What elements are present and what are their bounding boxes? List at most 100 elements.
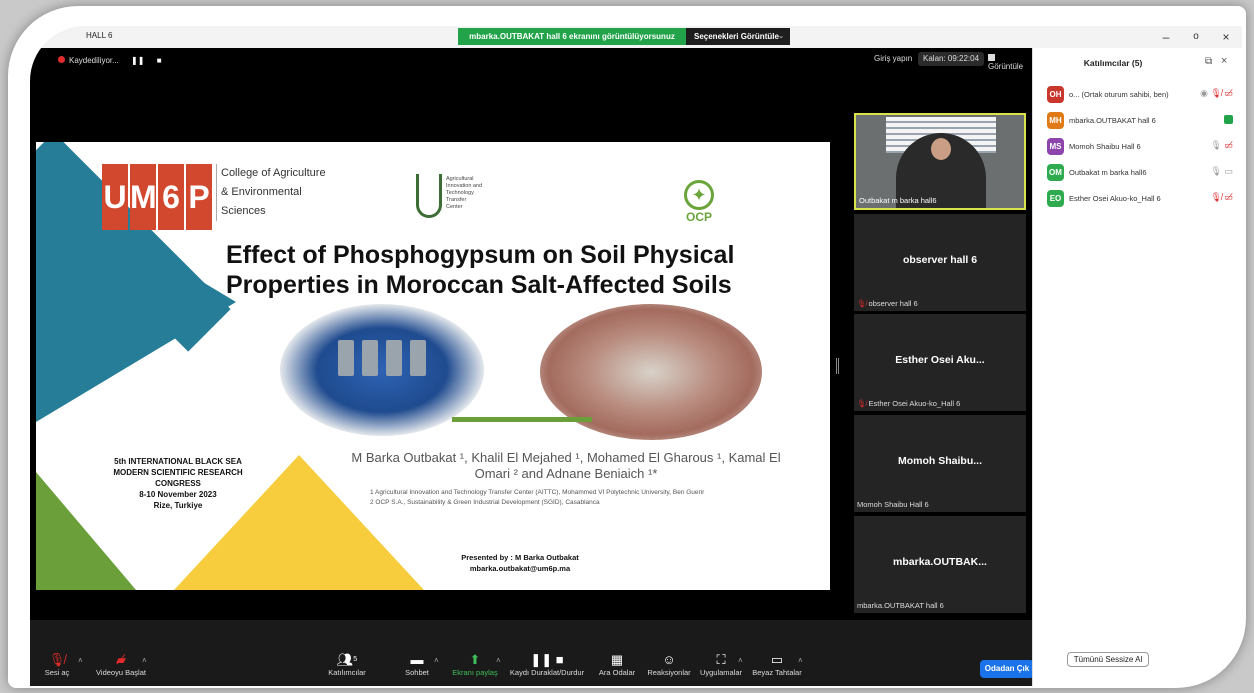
affiliation-line: 2 OCP S.A., Sustainability & Green Indus… bbox=[370, 499, 600, 506]
stop-recording-icon[interactable]: ■ bbox=[157, 53, 162, 68]
slide-affiliations: 1 Agricultural Innovation and Technology… bbox=[370, 488, 704, 508]
view-label: Görüntüle bbox=[988, 62, 1024, 71]
congress-line: MODERN SCIENTIFIC RESEARCH bbox=[113, 468, 243, 477]
avatar: EO bbox=[1047, 190, 1064, 207]
screen-share-icon bbox=[1224, 115, 1233, 125]
ocp-star-icon: ✦ bbox=[684, 180, 714, 210]
video-icon: ▭ bbox=[1224, 166, 1233, 176]
video-off-icon: ▭̸ bbox=[1224, 192, 1233, 202]
college-line: College of Agriculture bbox=[221, 167, 326, 179]
minimize-button[interactable]: – bbox=[1150, 28, 1182, 46]
slide-green-line bbox=[452, 417, 592, 422]
pause-recording-icon[interactable]: ❚❚ bbox=[131, 53, 144, 68]
presenter-info: Presented by : M Barka Outbakat mbarka.o… bbox=[420, 552, 620, 574]
mic-icon: 🎙︎ bbox=[1210, 140, 1222, 150]
aitc-text: Agricultural Innovation and Technology T… bbox=[446, 176, 482, 211]
slide-authors: M Barka Outbakat ¹, Khalil El Mejahed ¹,… bbox=[351, 450, 781, 481]
avatar: MS bbox=[1047, 138, 1064, 155]
mic-muted-icon: 🎙︎̸ bbox=[857, 399, 867, 408]
grid-view-icon bbox=[988, 54, 995, 61]
apps-label: Uygulamalar bbox=[699, 668, 743, 677]
participant-list: OH o... (Ortak oturum sahibi, ben) ◉ 🎙︎̸… bbox=[1047, 82, 1233, 212]
signin-link[interactable]: Giriş yapın bbox=[874, 54, 912, 63]
tile-name-label: Outbakat m barka hall6 bbox=[859, 196, 937, 205]
video-tile[interactable]: Esther Osei Aku... 🎙︎̸ Esther Osei Akuo-k… bbox=[854, 314, 1026, 411]
congress-line: Rize, Turkiye bbox=[153, 501, 203, 510]
participant-row[interactable]: OM Outbakat m barka hall6 🎙︎ ▭ bbox=[1047, 160, 1233, 186]
participant-row[interactable]: OH o... (Ortak oturum sahibi, ben) ◉ 🎙︎̸… bbox=[1047, 82, 1233, 108]
mic-icon: 🎙︎ bbox=[1210, 166, 1222, 176]
close-window-button[interactable]: × bbox=[1210, 28, 1242, 46]
record-controls-button[interactable]: ❚❚ ■ Kaydı Duraklat/Durdur bbox=[506, 652, 588, 677]
aitc-line: Innovation and bbox=[446, 183, 483, 189]
window-title: HALL 6 bbox=[86, 31, 113, 40]
participant-name: Momoh Shaibu Hall 6 bbox=[1069, 142, 1141, 151]
tile-label-text: Esther Osei Akuo-ko_Hall 6 bbox=[868, 399, 961, 408]
aitc-line: Agricultural bbox=[446, 176, 474, 182]
slide-title: Effect of Phosphogypsum on Soil Physical… bbox=[226, 240, 786, 300]
view-options-button[interactable]: Seçenekleri Görüntüle ⌄ bbox=[686, 28, 790, 45]
participant-status bbox=[1224, 114, 1233, 125]
maximize-button[interactable]: o bbox=[1180, 28, 1212, 46]
college-line: & Environmental bbox=[221, 186, 302, 198]
logo-letter: 6 bbox=[158, 164, 184, 230]
cylinder-shape bbox=[362, 340, 378, 376]
share-banner: mbarka.OUTBAKAT hall 6 ekranını görüntül… bbox=[458, 28, 686, 45]
aitc-line: Technology bbox=[446, 190, 474, 196]
college-line: Sciences bbox=[221, 205, 266, 217]
leave-meeting-button[interactable]: Odadan Çık bbox=[980, 660, 1034, 678]
participant-name: mbarka.OUTBAKAT hall 6 bbox=[1069, 116, 1156, 125]
tile-label-text: observer hall 6 bbox=[868, 299, 918, 308]
view-button[interactable]: Görüntüle bbox=[988, 53, 1032, 71]
video-off-icon: ▭̸ bbox=[1224, 88, 1233, 98]
title-bar: HALL 6 mbarka.OUTBAKAT hall 6 ekranını g… bbox=[30, 26, 1242, 48]
avatar: MH bbox=[1047, 112, 1064, 129]
chevron-down-icon: ⌄ bbox=[778, 33, 784, 40]
mute-all-button[interactable]: Tümünü Sessize Al bbox=[1067, 652, 1149, 667]
time-remaining: Kalan: 09:22:04 bbox=[918, 52, 985, 66]
participants-label: Katılımcılar bbox=[328, 668, 366, 677]
aitc-mark-icon bbox=[416, 174, 442, 218]
video-tile[interactable]: observer hall 6 🎙︎̸ observer hall 6 bbox=[854, 214, 1026, 311]
cylinder-shape bbox=[410, 340, 426, 376]
chevron-up-icon[interactable]: ˄ bbox=[798, 656, 803, 665]
chat-label: Sohbet bbox=[405, 668, 429, 677]
participant-name: o... (Ortak oturum sahibi, ben) bbox=[1069, 90, 1169, 99]
chevron-up-icon[interactable]: ˄ bbox=[496, 656, 501, 665]
logo-letter: M bbox=[130, 164, 157, 230]
tile-display-name: mbarka.OUTBAK... bbox=[893, 556, 987, 568]
meeting-stage: Kaydediliyor... ❚❚ ■ Giriş yapın Kalan: … bbox=[30, 48, 1032, 620]
popout-icon[interactable]: ⧉ bbox=[1205, 56, 1212, 67]
congress-line: 8-10 November 2023 bbox=[139, 490, 217, 499]
resize-handle[interactable] bbox=[836, 358, 839, 374]
record-status-icon: ◉ bbox=[1200, 88, 1209, 98]
tile-display-name: Esther Osei Aku... bbox=[895, 354, 985, 366]
ocp-name: OCP bbox=[685, 210, 712, 224]
chevron-up-icon[interactable]: ˄ bbox=[78, 656, 83, 665]
tile-display-name: observer hall 6 bbox=[902, 254, 978, 266]
avatar: OM bbox=[1047, 164, 1064, 181]
participant-row[interactable]: MH mbarka.OUTBAKAT hall 6 bbox=[1047, 108, 1233, 134]
participant-row[interactable]: MS Momoh Shaibu Hall 6 🎙︎ ▭̸ bbox=[1047, 134, 1233, 160]
mic-muted-icon: 🎙︎̸ bbox=[1210, 88, 1222, 98]
recording-label: Kaydediliyor... bbox=[69, 56, 119, 65]
video-tile[interactable]: mbarka.OUTBAK... mbarka.OUTBAKAT hall 6 bbox=[854, 516, 1026, 613]
video-off-icon: ▭̸ bbox=[1224, 140, 1233, 150]
video-tile-active-speaker[interactable]: Outbakat m barka hall6 bbox=[854, 113, 1026, 210]
close-panel-icon[interactable]: × bbox=[1221, 55, 1227, 67]
reactions-label: Reaksiyonlar bbox=[647, 668, 691, 677]
college-name: College of Agriculture & Environmental S… bbox=[216, 164, 326, 221]
avatar: OH bbox=[1047, 86, 1064, 103]
screenshot-frame: HALL 6 mbarka.OUTBAKAT hall 6 ekranını g… bbox=[8, 6, 1246, 688]
tile-name-label: Momoh Shaibu Hall 6 bbox=[857, 500, 929, 509]
chevron-up-icon[interactable]: ˄ bbox=[434, 656, 439, 665]
chevron-up-icon[interactable]: ˄ bbox=[142, 656, 147, 665]
participant-row[interactable]: EO Esther Osei Akuo-ko_Hall 6 🎙︎̸ ▭̸ bbox=[1047, 186, 1233, 212]
participants-button[interactable]: 👥︎5 Katılımcılar bbox=[312, 652, 382, 677]
record-controls-label: Kaydı Duraklat/Durdur bbox=[509, 668, 585, 677]
congress-info: 5th INTERNATIONAL BLACK SEA MODERN SCIEN… bbox=[108, 456, 248, 511]
aitc-line: Center bbox=[446, 204, 463, 210]
video-tile[interactable]: Momoh Shaibu... Momoh Shaibu Hall 6 bbox=[854, 415, 1026, 512]
share-screen-label: Ekranı paylaş bbox=[452, 668, 498, 677]
presenter-email: mbarka.outbakat@um6p.ma bbox=[469, 564, 571, 573]
